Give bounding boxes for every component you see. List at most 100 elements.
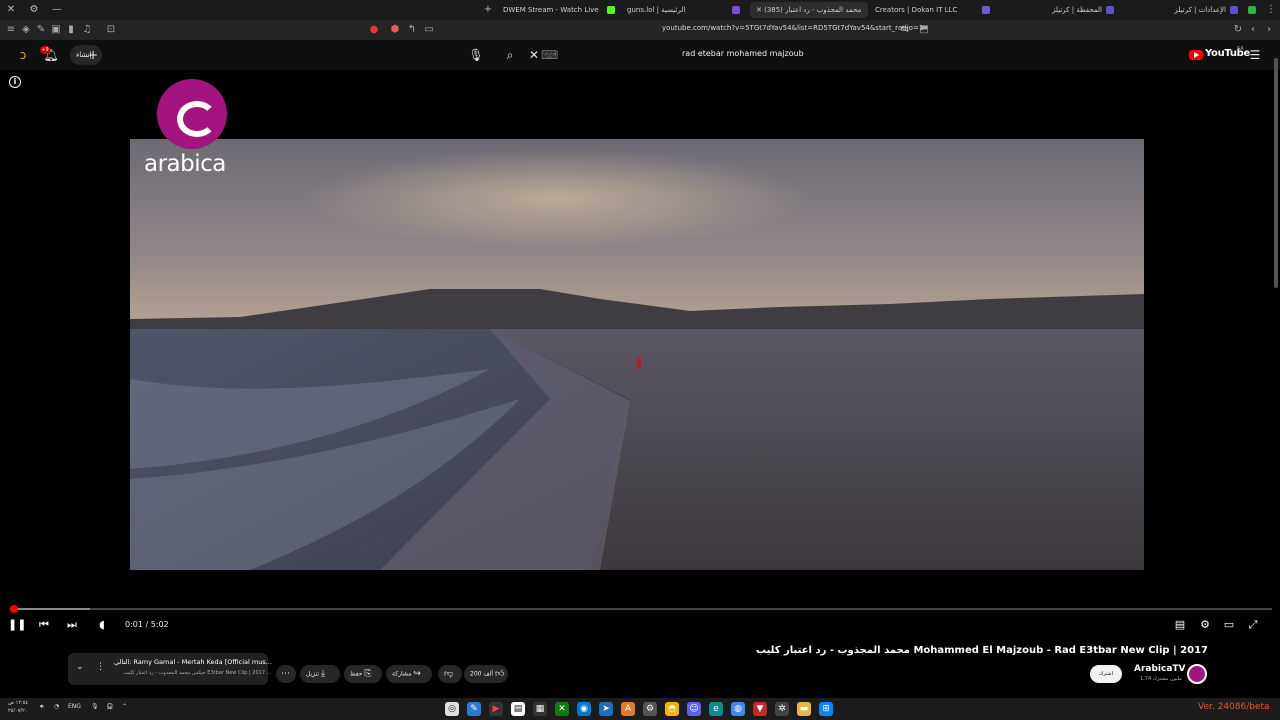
plus-icon: +: [87, 48, 98, 62]
search-input[interactable]: rad etebar mohamed majzoub: [682, 49, 804, 58]
fullscreen-icon[interactable]: ⤢: [1245, 617, 1261, 633]
extension-icon[interactable]: [1248, 6, 1256, 14]
tab-youtube-active[interactable]: ✕ (385) محمد المجذوب - رد اعتبار: [750, 2, 868, 18]
discord-app-icon[interactable]: ☺: [687, 702, 701, 716]
explorer-app-icon[interactable]: ▬: [797, 702, 811, 716]
office-app-icon[interactable]: A: [621, 702, 635, 716]
download-icon: ⤓: [320, 669, 325, 679]
tab-close-icon[interactable]: ✕: [756, 6, 764, 14]
forward-icon[interactable]: ›: [1262, 23, 1276, 37]
folder-app-icon[interactable]: ◓: [665, 702, 679, 716]
info-icon[interactable]: i: [9, 76, 21, 88]
settings-icon[interactable]: ⚙: [27, 3, 41, 17]
tab-dokan[interactable]: Creators | Dokan IT LLC: [875, 2, 975, 18]
tab-kick[interactable]: DWEM Stream - Watch Live on Kick: [503, 2, 599, 18]
sidebar-icon[interactable]: ▮: [64, 23, 78, 37]
music-icon[interactable]: ♫: [80, 23, 94, 37]
tab-menu-icon[interactable]: ⋮: [1264, 3, 1278, 17]
search-icon[interactable]: ⌕: [501, 46, 519, 64]
screenshot-icon[interactable]: ⊡: [104, 23, 118, 37]
reload-icon[interactable]: ↻: [1231, 23, 1245, 37]
menu-icon[interactable]: ≡: [4, 23, 18, 37]
keyboard-icon[interactable]: ⌨: [541, 46, 558, 64]
subtitles-icon[interactable]: ▤: [1172, 617, 1188, 633]
save-button[interactable]: حفظ ⎘: [344, 665, 382, 683]
download-button[interactable]: تنزيل ⤓: [300, 665, 340, 683]
bookmark-icon[interactable]: ⬒: [917, 23, 931, 37]
shield-icon[interactable]: ◈: [19, 23, 33, 37]
tab-guns[interactable]: guns.lol | الرئيسية: [627, 2, 717, 18]
terminal-app-icon[interactable]: ▤: [511, 702, 525, 716]
media-app-icon[interactable]: ▶: [489, 702, 503, 716]
volume-icon[interactable]: ◖: [94, 617, 110, 633]
like-button[interactable]: 200 ألف 👍︎: [464, 665, 508, 683]
url-field[interactable]: youtube.com/watch?v=5TGt7dYav54&list=RD5…: [662, 24, 923, 32]
chevron-down-icon[interactable]: ⌄: [76, 662, 84, 672]
mic-icon[interactable]: 🎙︎: [91, 703, 99, 710]
adblock-icon[interactable]: ⬢: [388, 23, 402, 37]
theater-mode-icon[interactable]: ▭: [1221, 617, 1237, 633]
channel-avatar[interactable]: [1187, 664, 1207, 684]
thumbs-up-icon: 👍︎: [495, 669, 505, 679]
channel-name[interactable]: ArabicaTV: [1134, 664, 1186, 674]
close-window-icon[interactable]: ✕: [4, 3, 18, 17]
activity-icon[interactable]: ↄ: [14, 46, 32, 64]
tab-settings[interactable]: الإعدادات | كرتيلز: [1160, 2, 1226, 18]
next-icon[interactable]: ⏭︎: [64, 617, 80, 633]
share-icon[interactable]: ↰: [405, 23, 419, 37]
channel-watermark[interactable]: arabica: [142, 76, 242, 186]
thumbs-down-icon: 👎︎: [444, 669, 454, 679]
page-scrollbar[interactable]: [1274, 58, 1278, 288]
create-button[interactable]: إنشاء +: [70, 45, 102, 65]
back-icon[interactable]: ‹: [1246, 23, 1260, 37]
subscriber-count: 1.74 مليون مشترك: [1140, 676, 1182, 682]
telegram-app-icon[interactable]: ➤: [599, 702, 613, 716]
window-icon[interactable]: ▣: [49, 23, 63, 37]
progress-bar[interactable]: [10, 605, 1272, 613]
scrubber-handle[interactable]: [10, 605, 18, 613]
wifi-icon[interactable]: ◔: [54, 703, 59, 710]
save-bookmark-icon: ⎘: [364, 669, 372, 679]
settings-tab-icon: [1230, 6, 1238, 14]
translate-icon[interactable]: ⇆: [898, 23, 912, 37]
start-icon[interactable]: ⊞: [819, 702, 833, 716]
tab-wallet[interactable]: المحفظة | كرتيلز: [1040, 2, 1102, 18]
record-icon[interactable]: ●: [367, 23, 381, 37]
speaker-icon[interactable]: 🔊︎: [40, 703, 44, 711]
like-count: 200 ألف: [470, 670, 494, 678]
up-next-bar[interactable]: ⌄ ⋮ التالي: Ramy Gamal - Mertah Keda [Of…: [68, 653, 272, 685]
beach-scene: [130, 139, 1144, 570]
store-app-icon[interactable]: ◉: [577, 702, 591, 716]
subscribe-button[interactable]: اشترك: [1090, 665, 1122, 683]
pause-icon[interactable]: ❚❚: [8, 617, 26, 633]
up-next-title: التالي: Ramy Gamal - Mertah Keda [Offici…: [114, 658, 272, 666]
cast-icon[interactable]: ▭: [422, 23, 436, 37]
language-indicator[interactable]: ENG: [68, 703, 81, 710]
previous-icon[interactable]: ⏮︎: [36, 617, 52, 633]
xbox-app-icon[interactable]: ✕: [555, 702, 569, 716]
settings-app-icon[interactable]: ✲: [775, 702, 789, 716]
tray-chevron-icon[interactable]: ⌃: [122, 703, 127, 710]
editor-app-icon[interactable]: ✎: [467, 702, 481, 716]
opera-app-icon[interactable]: ▼: [753, 702, 767, 716]
download-label: تنزيل: [306, 670, 320, 678]
calculator-app-icon[interactable]: ▦: [533, 702, 547, 716]
google-app-icon[interactable]: ◍: [731, 702, 745, 716]
steam-app-icon[interactable]: ⚙: [643, 702, 657, 716]
dislike-button[interactable]: 👎︎: [438, 665, 462, 683]
pen-icon[interactable]: ✎: [34, 23, 48, 37]
share-label: مشاركة: [392, 670, 412, 678]
chrome-app-icon[interactable]: ◎: [445, 702, 459, 716]
guns-icon: [732, 6, 740, 14]
settings-gear-icon[interactable]: ⚙: [1197, 617, 1213, 633]
video-frame[interactable]: [130, 139, 1144, 570]
voice-search-icon[interactable]: 🎙︎: [467, 46, 485, 64]
share-button[interactable]: مشاركة ↪: [386, 665, 432, 683]
edge-app-icon[interactable]: e: [709, 702, 723, 716]
more-actions-button[interactable]: ⋯: [276, 665, 296, 683]
more-vertical-icon[interactable]: ⋮: [96, 662, 105, 672]
minimize-icon[interactable]: —: [50, 3, 64, 17]
headset-icon[interactable]: 🎧︎: [106, 703, 114, 710]
watermark-text: arabica: [144, 151, 226, 177]
new-tab-icon[interactable]: +: [481, 3, 495, 17]
